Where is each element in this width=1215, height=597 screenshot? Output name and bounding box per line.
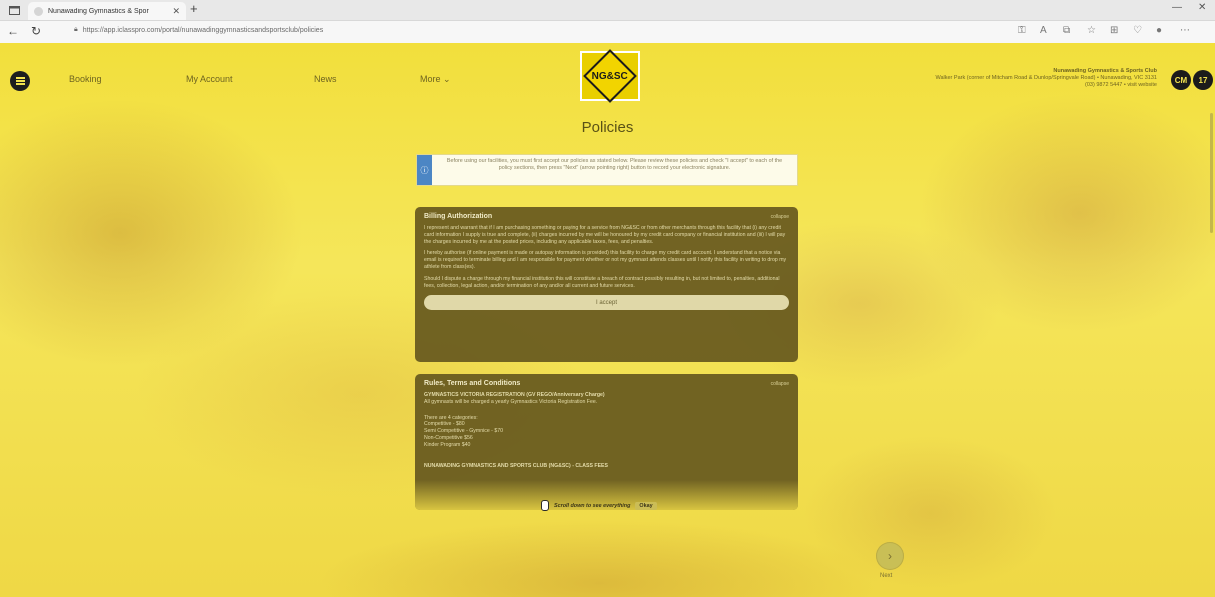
lock-icon: 🔒︎ — [74, 26, 78, 33]
nav-more[interactable]: More ⌄ — [420, 74, 451, 85]
browser-essentials-icon[interactable]: ♡ — [1133, 25, 1142, 36]
rules-terms-card: Rules, Terms and Conditions collapse GYM… — [415, 374, 798, 510]
club-name: Nunawading Gymnastics & Sports Club — [1053, 68, 1157, 74]
nav-booking[interactable]: Booking — [69, 74, 102, 84]
back-arrow-icon[interactable]: ← — [7, 24, 19, 38]
rules-section-heading: GYMNASTICS VICTORIA REGISTRATION (GV REG… — [424, 392, 605, 398]
address-bar[interactable]: 🔒︎ https://app.iclasspro.com/portal/nuna… — [74, 26, 323, 34]
billing-paragraph: I represent and warrant that if I am pur… — [424, 225, 786, 245]
billing-paragraph: Should I dispute a charge through my fin… — [424, 275, 780, 289]
minimize-window-button[interactable]: — — [1172, 2, 1182, 13]
info-notice: ⓘ Before using our facilities, you must … — [416, 154, 798, 186]
address-url: https://app.iclasspro.com/portal/nunawad… — [82, 26, 324, 34]
browser-tab-strip: Nunawading Gymnastics & Spor ✕ + — ✕ — [0, 0, 1215, 21]
site-favicon-icon — [34, 6, 43, 16]
logo-text: NG&SC — [591, 70, 629, 82]
key-icon[interactable]: ⚿ — [1018, 25, 1026, 36]
nav-news[interactable]: News — [314, 74, 337, 84]
page-scrollbar[interactable] — [1210, 113, 1213, 233]
club-address: Walker Park (corner of Mitcham Road & Du… — [935, 75, 1157, 81]
rules-title: Rules, Terms and Conditions — [424, 380, 521, 387]
club-phone[interactable]: (03) 9872 5447 • visit website — [935, 82, 1157, 89]
rules-body: GYMNASTICS VICTORIA REGISTRATION (GV REG… — [424, 392, 789, 469]
close-tab-icon[interactable]: ✕ — [172, 6, 180, 17]
info-text: Before using our facilities, you must fi… — [446, 158, 783, 171]
rules-category-item: Competitive - $80 — [424, 421, 465, 428]
more-menu-icon[interactable]: ⋯ — [1180, 25, 1190, 36]
cart-count-badge[interactable]: 17 — [1193, 70, 1213, 90]
read-aloud-icon[interactable]: A — [1040, 25, 1047, 36]
user-avatar[interactable]: CM — [1171, 70, 1191, 90]
browser-tab[interactable]: Nunawading Gymnastics & Spor ✕ — [28, 2, 186, 20]
info-icon: ⓘ — [417, 155, 432, 185]
billing-authorization-card: Billing Authorization collapse I represe… — [415, 207, 798, 362]
browser-toolbar: ← ↻ 🔒︎ https://app.iclasspro.com/portal/… — [0, 21, 1215, 44]
rules-section-heading: NUNAWADING GYMNASTICS AND SPORTS CLUB (N… — [424, 462, 608, 469]
collections-icon[interactable]: ⊞ — [1110, 25, 1118, 36]
rules-categories-intro: There are 4 categories: — [424, 414, 478, 421]
rules-category-item: Non-Competitive $56 — [424, 434, 473, 441]
mouse-scroll-icon — [541, 500, 549, 511]
billing-title: Billing Authorization — [424, 213, 493, 220]
tab-title: Nunawading Gymnastics & Spor — [48, 7, 149, 15]
nav-my-account[interactable]: My Account — [186, 74, 233, 84]
arrow-right-icon[interactable]: › — [876, 542, 904, 570]
rules-collapse-link[interactable]: collapse — [771, 381, 789, 387]
scroll-hint-okay-button[interactable]: Okay — [635, 501, 657, 510]
billing-collapse-link[interactable]: collapse — [771, 214, 789, 220]
refresh-icon[interactable]: ↻ — [31, 24, 41, 38]
scroll-hint-text: Scroll down to see everything — [554, 502, 631, 509]
club-logo[interactable]: NG&SC — [580, 49, 640, 103]
favorites-star-icon[interactable]: ☆ — [1087, 25, 1096, 36]
logo-diamond: NG&SC — [583, 49, 637, 103]
hamburger-menu-icon[interactable] — [10, 71, 30, 91]
tab-actions-icon[interactable] — [7, 4, 21, 16]
new-tab-icon[interactable]: + — [190, 1, 198, 16]
page-background: Booking My Account News More ⌄ NG&SC Nun… — [0, 43, 1215, 597]
rules-section-intro: All gymnasts will be charged a yearly Gy… — [424, 398, 598, 405]
scroll-hint: Scroll down to see everything Okay — [541, 500, 657, 511]
billing-paragraph: I hereby authorise (if online payment is… — [424, 250, 787, 270]
next-label: Next — [880, 573, 893, 579]
rules-category-item: Kinder Program $40 — [424, 441, 471, 448]
rules-category-item: Semi Competitive - Gymnice - $70 — [424, 428, 503, 435]
profile-icon[interactable]: ● — [1156, 25, 1162, 36]
page-title: Policies — [581, 119, 634, 136]
billing-body: I represent and warrant that if I am pur… — [424, 225, 789, 289]
club-info: Nunawading Gymnastics & Sports Club Walk… — [935, 68, 1157, 89]
billing-accept-button[interactable]: I accept — [424, 295, 789, 311]
close-window-button[interactable]: ✕ — [1198, 2, 1206, 13]
extensions-icon[interactable]: ⧉ — [1063, 25, 1070, 36]
